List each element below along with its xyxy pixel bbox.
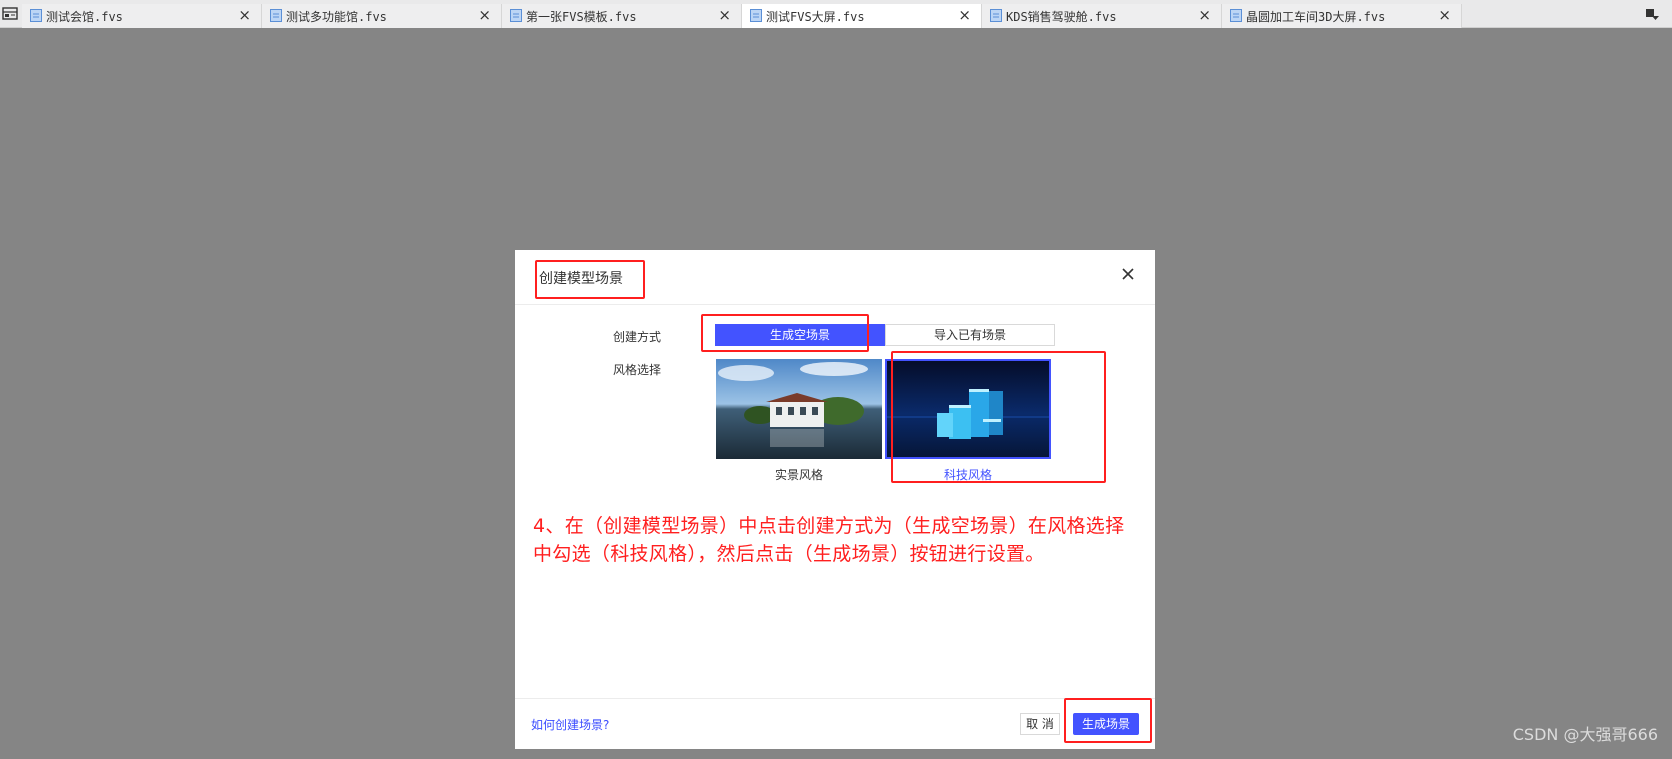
close-icon[interactable]: × (1438, 6, 1451, 24)
tab-4[interactable]: KDS销售驾驶舱.fvs × (982, 4, 1222, 28)
close-icon[interactable]: × (718, 6, 731, 24)
tab-5[interactable]: 晶圆加工车间3D大屏.fvs × (1222, 4, 1462, 28)
tech-style-thumbnail (887, 361, 1049, 457)
segment-import-scene[interactable]: 导入已有场景 (885, 324, 1055, 346)
dialog-footer: 如何创建场景? 取 消 生成场景 (515, 698, 1155, 749)
tab-label: 测试FVS大屏.fvs (766, 10, 865, 24)
dropdown-icon[interactable] (1644, 6, 1660, 22)
layout-icon[interactable] (2, 6, 18, 22)
close-icon[interactable]: × (1198, 6, 1211, 24)
tab-label: 晶圆加工车间3D大屏.fvs (1246, 10, 1386, 24)
close-icon[interactable]: × (958, 6, 971, 24)
file-icon (510, 9, 522, 22)
close-icon[interactable]: × (238, 6, 251, 24)
tab-label: 测试多功能馆.fvs (286, 10, 387, 24)
style-caption-tech: 科技风格 (943, 468, 992, 482)
instruction-text: 4、在（创建模型场景）中点击创建方式为（生成空场景）在风格选择中勾选（科技风格）… (533, 515, 1125, 565)
file-icon (1230, 9, 1242, 22)
create-method-label: 创建方式 (613, 330, 662, 344)
file-icon (750, 9, 762, 22)
tab-0[interactable]: 测试会馆.fvs × (22, 4, 262, 28)
create-scene-dialog: 创建模型场景 创建方式 风格选择 生成空场景 导入已有场景 实景风格 科技风格 … (515, 250, 1155, 749)
realistic-style-thumbnail (716, 359, 882, 459)
tab-3[interactable]: 测试FVS大屏.fvs × (742, 4, 982, 28)
cancel-button[interactable]: 取 消 (1020, 713, 1060, 735)
style-caption-realistic: 实景风格 (774, 468, 823, 482)
segment-empty-scene[interactable]: 生成空场景 (715, 324, 885, 346)
style-select-label: 风格选择 (613, 363, 662, 377)
tab-label: 测试会馆.fvs (46, 10, 123, 24)
file-icon (990, 9, 1002, 22)
style-card-tech[interactable] (885, 359, 1051, 459)
dialog-header: 创建模型场景 (515, 250, 1155, 305)
dialog-title: 创建模型场景 (539, 271, 623, 287)
tab-label: KDS销售驾驶舱.fvs (1006, 10, 1117, 24)
tab-1[interactable]: 测试多功能馆.fvs × (262, 4, 502, 28)
tab-label: 第一张FVS模板.fvs (526, 10, 637, 24)
tab-2[interactable]: 第一张FVS模板.fvs × (502, 4, 742, 28)
watermark: CSDN @大强哥666 (1512, 725, 1658, 744)
close-icon[interactable] (1121, 267, 1135, 281)
generate-scene-button[interactable]: 生成场景 (1073, 713, 1139, 735)
tab-bar: 测试会馆.fvs × 测试多功能馆.fvs × 第一张FVS模板.fvs × 测… (0, 0, 1672, 28)
close-icon[interactable]: × (478, 6, 491, 24)
help-link[interactable]: 如何创建场景? (531, 716, 609, 733)
style-card-realistic[interactable] (716, 359, 882, 459)
file-icon (30, 9, 42, 22)
file-icon (270, 9, 282, 22)
